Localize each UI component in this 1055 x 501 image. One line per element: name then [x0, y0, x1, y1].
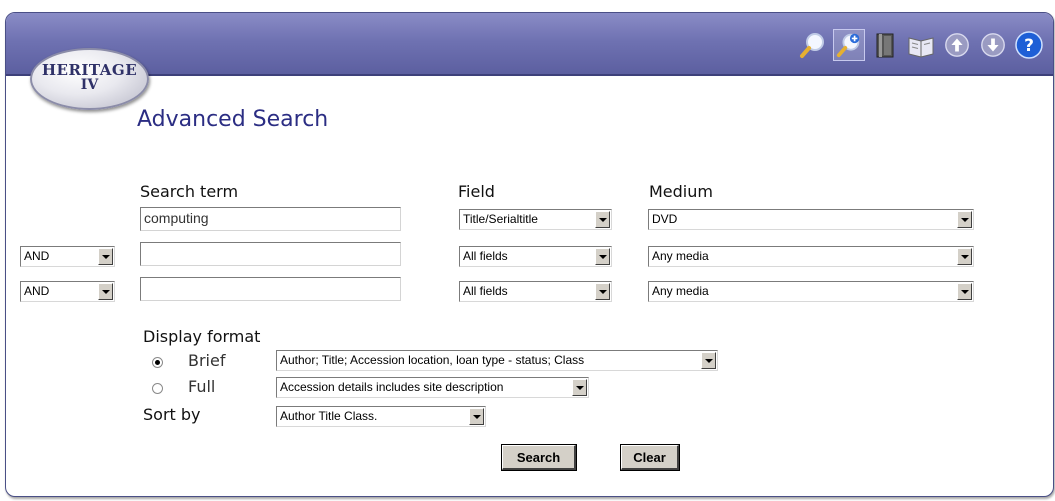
field-select-2[interactable]: All fields: [459, 246, 612, 267]
operator-select-3-value: AND: [24, 284, 50, 298]
arrow-down-icon[interactable]: [977, 29, 1009, 61]
arrow-up-icon[interactable]: [941, 29, 973, 61]
brief-label: Brief: [188, 351, 226, 370]
full-radio[interactable]: [152, 383, 163, 394]
sort-select-value: Author Title Class.: [280, 409, 378, 423]
toolbar: ?: [797, 28, 1045, 62]
search-term-input-3[interactable]: [140, 277, 401, 301]
search-term-input-2[interactable]: [140, 242, 401, 266]
search-term-input-1[interactable]: computing: [140, 207, 401, 231]
search-button[interactable]: Search: [501, 444, 577, 471]
medium-select-3[interactable]: Any media: [648, 281, 974, 302]
operator-select-2-value: AND: [24, 249, 50, 263]
field-select-1[interactable]: Title/Serialtitle: [459, 209, 612, 230]
operator-select-3[interactable]: AND: [20, 281, 115, 302]
heritage-logo: HERITAGE IV: [30, 48, 149, 110]
operator-select-2[interactable]: AND: [20, 246, 115, 267]
chevron-down-icon[interactable]: [572, 379, 587, 396]
medium-select-3-value: Any media: [652, 284, 709, 298]
page-title: Advanced Search: [137, 107, 329, 132]
medium-select-2[interactable]: Any media: [648, 246, 974, 267]
chevron-down-icon[interactable]: [98, 283, 113, 300]
top-toolbar-bar: ?: [6, 13, 1053, 76]
chevron-down-icon[interactable]: [701, 352, 716, 369]
chevron-down-icon[interactable]: [957, 211, 972, 228]
svg-text:?: ?: [1024, 36, 1034, 56]
field-select-2-value: All fields: [463, 249, 508, 263]
full-label: Full: [188, 377, 216, 396]
full-format-value: Accession details includes site descript…: [280, 380, 504, 394]
field-select-3-value: All fields: [463, 284, 508, 298]
medium-select-1-value: DVD: [652, 212, 678, 226]
field-select-1-value: Title/Serialtitle: [463, 212, 538, 226]
field-select-3[interactable]: All fields: [459, 281, 612, 302]
medium-header: Medium: [649, 182, 713, 201]
magnifier-plus-icon[interactable]: [833, 29, 865, 61]
chevron-down-icon[interactable]: [469, 408, 484, 425]
brief-radio[interactable]: [152, 357, 163, 368]
clear-button[interactable]: Clear: [620, 444, 680, 471]
brief-format-select[interactable]: Author; Title; Accession location, loan …: [276, 350, 718, 371]
display-format-label: Display format: [143, 327, 261, 346]
medium-select-2-value: Any media: [652, 249, 709, 263]
book-icon[interactable]: [869, 29, 901, 61]
sort-by-label: Sort by: [143, 405, 201, 424]
chevron-down-icon[interactable]: [957, 248, 972, 265]
search-term-header: Search term: [140, 182, 239, 201]
logo-version: IV: [80, 77, 99, 93]
chevron-down-icon[interactable]: [98, 248, 113, 265]
open-book-icon[interactable]: [905, 29, 937, 61]
chevron-down-icon[interactable]: [595, 211, 610, 228]
field-header: Field: [458, 182, 495, 201]
full-format-select[interactable]: Accession details includes site descript…: [276, 377, 589, 398]
help-icon[interactable]: ?: [1013, 29, 1045, 61]
chevron-down-icon[interactable]: [595, 248, 610, 265]
chevron-down-icon[interactable]: [595, 283, 610, 300]
magnifier-icon[interactable]: [797, 29, 829, 61]
sort-select[interactable]: Author Title Class.: [276, 406, 486, 427]
medium-select-1[interactable]: DVD: [648, 209, 974, 230]
chevron-down-icon[interactable]: [957, 283, 972, 300]
brief-format-value: Author; Title; Accession location, loan …: [280, 353, 585, 367]
